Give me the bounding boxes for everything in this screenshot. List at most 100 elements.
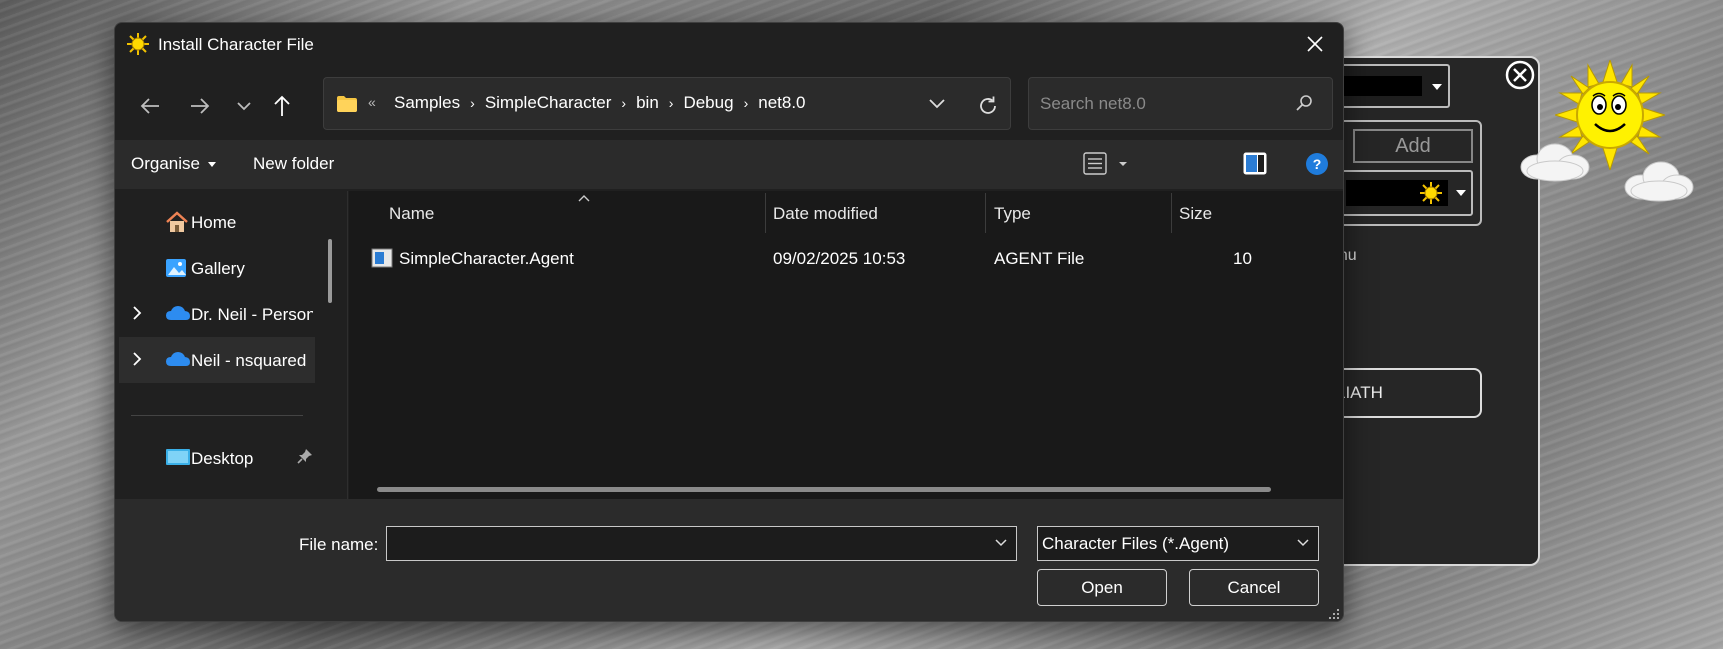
background-app-add-button[interactable]: Add xyxy=(1353,129,1473,163)
background-app-character-combo[interactable] xyxy=(1340,170,1473,216)
dialog-footer: File name: Character Files (*.Agent) Ope… xyxy=(115,499,1343,621)
arrow-left-icon xyxy=(140,98,159,114)
new-folder-button[interactable]: New folder xyxy=(253,154,334,174)
nav-pane-scrollbar[interactable] xyxy=(328,239,332,303)
resize-grip-icon[interactable] xyxy=(1329,609,1339,619)
dialog-titlebar[interactable]: Install Character File xyxy=(115,23,1343,65)
address-overflow[interactable]: « xyxy=(368,94,376,110)
install-character-dialog: Install Character File « Samples › Simpl… xyxy=(114,22,1344,622)
file-name-label: File name: xyxy=(299,535,379,554)
breadcrumb-item[interactable]: Samples xyxy=(388,93,466,113)
expand-chevron-icon[interactable] xyxy=(131,305,143,321)
agent-file-icon xyxy=(371,248,393,268)
sun-icon xyxy=(127,33,149,55)
nav-item-onedrive-personal[interactable]: Dr. Neil - Personal xyxy=(119,291,315,337)
breadcrumb-separator-icon[interactable]: › xyxy=(665,95,678,111)
column-separator[interactable] xyxy=(1171,193,1172,233)
expand-chevron-icon[interactable] xyxy=(131,351,143,367)
file-size: 10 xyxy=(1233,249,1252,268)
cancel-button[interactable]: Cancel xyxy=(1189,569,1319,606)
cloud-icon xyxy=(1520,143,1590,182)
nav-item-desktop[interactable]: Desktop xyxy=(119,435,315,481)
nav-divider xyxy=(131,415,303,416)
navigation-pane: Home Gallery Dr. Neil - Personal xyxy=(115,189,315,499)
breadcrumb-separator-icon[interactable]: › xyxy=(466,95,479,111)
file-row[interactable]: SimpleCharacter.Agent 09/02/2025 10:53 A… xyxy=(349,239,1343,279)
help-button[interactable]: ? xyxy=(1305,152,1329,181)
file-date: 09/02/2025 10:53 xyxy=(773,249,906,268)
breadcrumb-item[interactable]: bin xyxy=(630,93,665,113)
nav-item-label: Gallery xyxy=(191,259,245,278)
breadcrumb-separator-icon[interactable]: › xyxy=(740,95,753,111)
details-view-icon xyxy=(1083,152,1127,175)
breadcrumb-item[interactable]: SimpleCharacter xyxy=(479,93,618,113)
column-separator[interactable] xyxy=(765,193,766,233)
breadcrumb-item[interactable]: net8.0 xyxy=(752,93,811,113)
breadcrumb-item[interactable]: Debug xyxy=(677,93,739,113)
column-header-type[interactable]: Type xyxy=(994,191,1031,237)
organise-label: Organise xyxy=(131,154,200,173)
breadcrumb-separator-icon[interactable]: › xyxy=(617,95,630,111)
close-icon xyxy=(1307,36,1323,52)
chevron-down-icon[interactable] xyxy=(994,537,1008,549)
recent-locations-button[interactable] xyxy=(227,89,261,123)
back-button[interactable] xyxy=(133,89,167,123)
chevron-down-icon xyxy=(237,102,251,111)
preview-pane-icon xyxy=(1243,152,1267,175)
chevron-down-icon xyxy=(1297,539,1309,547)
search-input[interactable]: Search net8.0 xyxy=(1028,77,1333,130)
file-type: AGENT File xyxy=(994,249,1085,268)
nav-item-home[interactable]: Home xyxy=(119,199,315,245)
dropdown-arrow-icon xyxy=(207,161,216,167)
pin-icon[interactable] xyxy=(297,448,313,466)
command-bar: Organise New folder ? xyxy=(115,140,1343,189)
organise-menu-button[interactable]: Organise xyxy=(131,154,216,174)
sun-icon xyxy=(1420,182,1442,204)
file-type-filter[interactable]: Character Files (*.Agent) xyxy=(1037,526,1319,561)
column-separator[interactable] xyxy=(985,193,986,233)
file-list: Name Date modified Type Size SimpleChara… xyxy=(349,191,1343,499)
nav-item-label: Neil - nsquared xyxy=(191,351,307,370)
folder-icon xyxy=(337,96,357,112)
background-app-combo[interactable] xyxy=(1330,64,1450,108)
background-close-icon[interactable] xyxy=(1504,59,1536,91)
view-options-button[interactable] xyxy=(1083,152,1131,181)
address-bar[interactable]: « Samples › SimpleCharacter › bin › Debu… xyxy=(323,77,1011,130)
nav-item-label: Desktop xyxy=(191,449,254,468)
sort-ascending-icon xyxy=(578,195,590,202)
preview-pane-button[interactable] xyxy=(1243,152,1267,181)
cloud-icon xyxy=(1624,161,1694,202)
nav-item-label: Dr. Neil - Personal xyxy=(191,305,313,324)
background-app-button[interactable]: LIATH xyxy=(1320,368,1482,418)
nav-item-onedrive-nsquared[interactable]: Neil - nsquared xyxy=(119,337,315,383)
refresh-icon xyxy=(980,96,996,114)
column-header-name[interactable]: Name xyxy=(389,191,434,237)
onedrive-icon xyxy=(166,306,190,320)
up-button[interactable] xyxy=(265,89,299,123)
arrow-up-icon xyxy=(274,95,290,116)
new-folder-label: New folder xyxy=(253,154,335,173)
onedrive-icon xyxy=(166,352,190,366)
nav-item-gallery[interactable]: Gallery xyxy=(119,245,315,291)
forward-button[interactable] xyxy=(183,89,217,123)
dialog-title: Install Character File xyxy=(158,35,314,54)
file-list-horizontal-scrollbar[interactable] xyxy=(377,487,1271,492)
dialog-close-button[interactable] xyxy=(1295,27,1335,61)
refresh-button[interactable] xyxy=(973,91,1003,121)
file-type-filter-value: Character Files (*.Agent) xyxy=(1042,534,1230,553)
home-icon xyxy=(166,211,188,232)
file-name: SimpleCharacter.Agent xyxy=(399,249,574,268)
search-icon[interactable] xyxy=(1294,93,1314,113)
address-dropdown-icon[interactable] xyxy=(928,92,946,116)
file-name-input[interactable] xyxy=(386,526,1017,561)
column-header-size[interactable]: Size xyxy=(1179,191,1212,237)
desktop-icon xyxy=(166,449,190,465)
breadcrumb: Samples › SimpleCharacter › bin › Debug … xyxy=(388,93,812,113)
open-button[interactable]: Open xyxy=(1037,569,1167,606)
pane-divider[interactable] xyxy=(347,191,348,499)
svg-text:?: ? xyxy=(1313,156,1322,172)
arrow-right-icon xyxy=(191,98,210,114)
search-placeholder: Search net8.0 xyxy=(1040,94,1146,113)
column-header-date[interactable]: Date modified xyxy=(773,191,878,237)
gallery-icon xyxy=(166,259,186,277)
